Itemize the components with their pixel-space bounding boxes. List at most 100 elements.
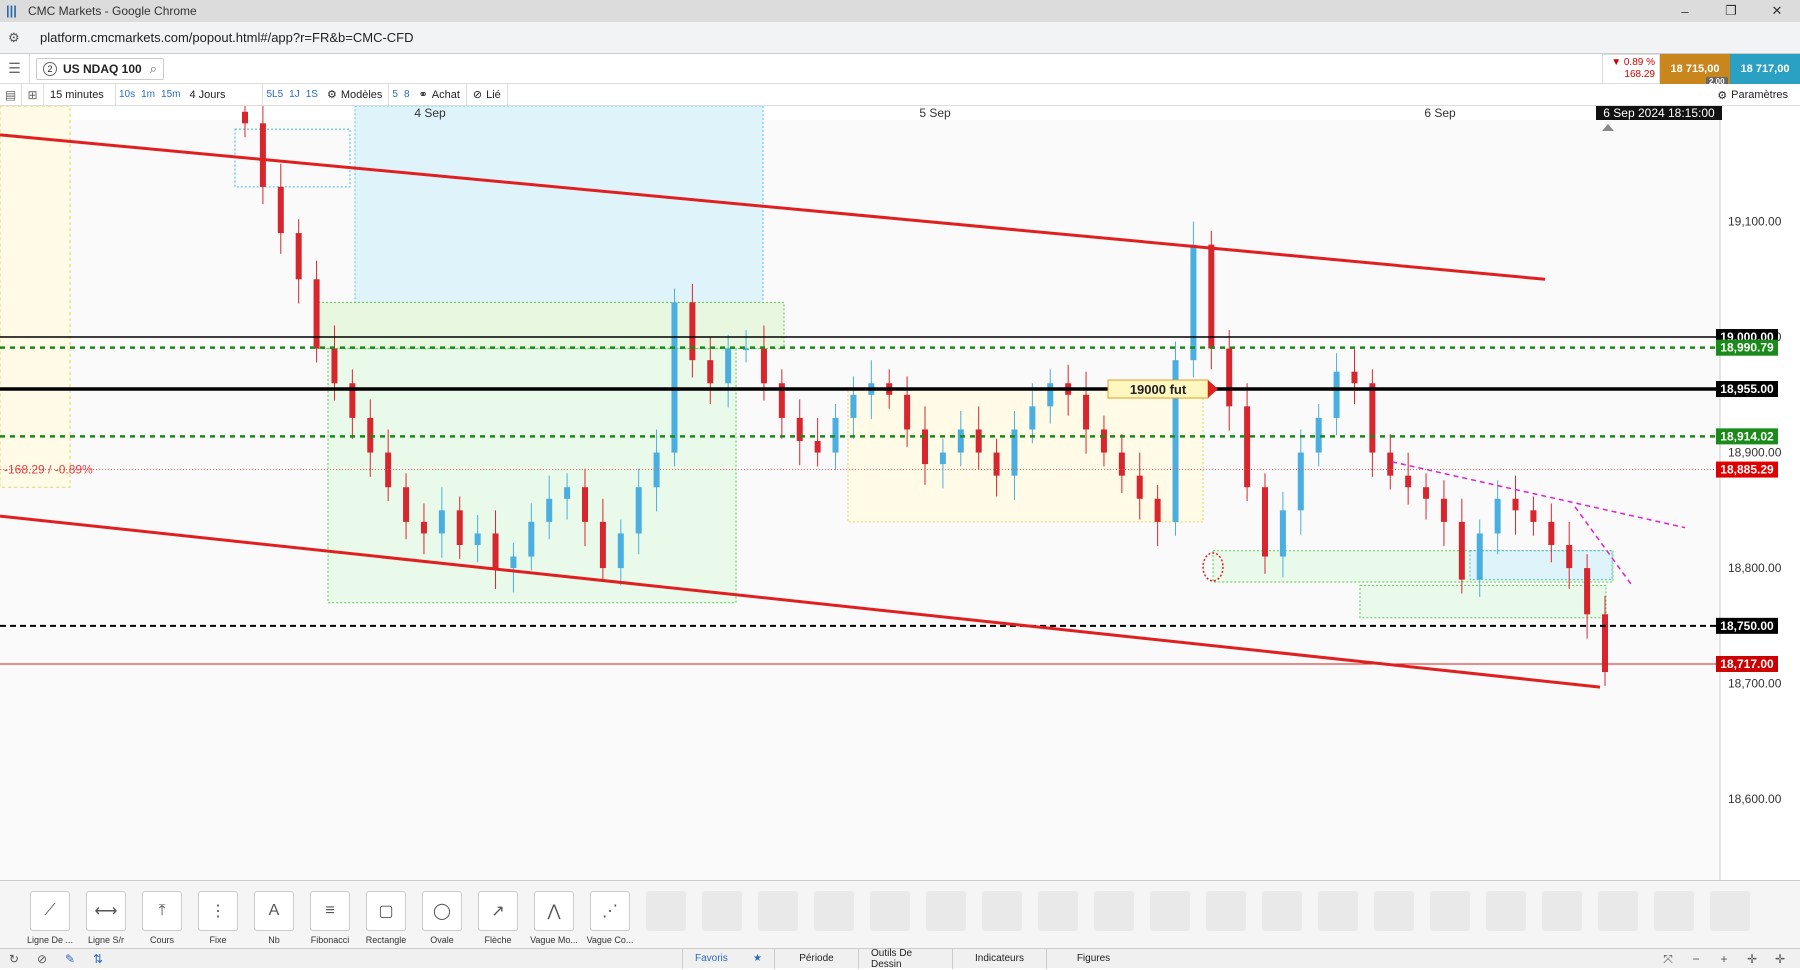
models-button[interactable]: ⚙ Modèles — [321, 83, 390, 106]
change-label: -168.29 / -0.89% — [4, 463, 93, 477]
chart-canvas[interactable]: 19,100.0019,000.0018,900.0018,800.0018,7… — [0, 106, 1800, 880]
range-select[interactable]: 4 Jours — [183, 83, 264, 106]
empty-tool-slot[interactable] — [1094, 891, 1134, 931]
fibonacci-icon: ≡ — [310, 891, 350, 931]
empty-tool-slot[interactable] — [814, 891, 854, 931]
empty-tool-slot[interactable] — [702, 891, 742, 931]
instrument-selector[interactable]: 2 US NDAQ 100 ⌕ — [36, 57, 164, 80]
link-icon: ⊘ — [472, 89, 483, 101]
tool-wave2[interactable]: ⋰ Vague Co... — [582, 881, 638, 949]
achat-button[interactable]: ⚭ Achat — [413, 83, 467, 106]
refresh-icon[interactable]: ↻ — [0, 952, 28, 966]
range-1j[interactable]: 1J — [286, 84, 303, 106]
interval-10s[interactable]: 10s — [116, 84, 138, 106]
url-text[interactable]: platform.cmcmarkets.com/popout.html#/app… — [40, 30, 414, 45]
candle-body — [707, 360, 714, 384]
buy-button[interactable]: 18 717,00 2.00 — [1706, 54, 1800, 86]
empty-tool-slot[interactable] — [926, 891, 966, 931]
site-settings-icon[interactable]: ⚙ — [8, 30, 30, 46]
empty-tool-slot[interactable] — [1262, 891, 1302, 931]
fit-icon[interactable]: ⤧ — [1654, 949, 1682, 969]
candle-body — [295, 233, 302, 280]
candle-body — [474, 533, 481, 545]
settings-label: Paramètres — [1731, 89, 1788, 101]
settings-button[interactable]: ⚙ Paramètres — [1717, 84, 1788, 106]
candle-body — [671, 302, 678, 453]
tool-text[interactable]: A Nb — [246, 881, 302, 949]
candle-body — [1083, 394, 1090, 430]
empty-tool-slot[interactable] — [1598, 891, 1638, 931]
zoom-out-icon[interactable]: − — [1682, 949, 1710, 969]
range-1s[interactable]: 1S — [303, 84, 321, 106]
interval-select[interactable]: 15 minutes — [44, 83, 116, 106]
empty-tool-slot[interactable] — [1542, 891, 1582, 931]
tool-rectangle[interactable]: ▢ Rectangle — [358, 881, 414, 949]
tool-fibonacci[interactable]: ≡ Fibonacci — [302, 881, 358, 949]
drawing-tools-bar: ⟋ Ligne De ... ⟷ Ligne S/r ⤒ Cours ⋮ Fixe A Nb ≡ Fi… — [0, 880, 1800, 948]
candle-body — [259, 123, 266, 187]
cursor-icon[interactable]: ✛ — [1766, 949, 1794, 969]
zoom-in-icon[interactable]: + — [1710, 949, 1738, 969]
empty-tool-slot[interactable] — [758, 891, 798, 931]
num-5[interactable]: 5 — [389, 84, 401, 106]
window-controls: – ❐ ✕ — [1662, 0, 1800, 22]
num-8[interactable]: 8 — [401, 84, 413, 106]
search-icon[interactable]: ⌕ — [150, 61, 157, 77]
tab-outils[interactable]: Outils De Dessin — [858, 948, 952, 970]
minimize-button[interactable]: – — [1662, 0, 1708, 22]
empty-tool-slot[interactable] — [1486, 891, 1526, 931]
empty-tool-slot[interactable] — [1430, 891, 1470, 931]
tool-fixed-line[interactable]: ⋮ Fixe — [190, 881, 246, 949]
tool-arrow[interactable]: ↗ Flèche — [470, 881, 526, 949]
candle-body — [760, 348, 767, 384]
link-button[interactable]: ⊘ Lié — [467, 83, 508, 106]
tool-sr-line[interactable]: ⟷ Ligne S/r — [78, 881, 134, 949]
instrument-badge: 2 — [43, 61, 57, 76]
layout-icon[interactable]: ▤ — [0, 83, 22, 106]
tool-oval[interactable]: ◯ Ovale — [414, 881, 470, 949]
candle-body — [1548, 521, 1555, 545]
empty-tool-slot[interactable] — [870, 891, 910, 931]
empty-tool-slot[interactable] — [982, 891, 1022, 931]
candle-body — [1190, 244, 1197, 361]
tab-periode[interactable]: Période — [774, 948, 858, 969]
tab-indicateurs[interactable]: Indicateurs — [952, 948, 1046, 969]
tab-figures[interactable]: Figures — [1046, 948, 1140, 969]
empty-tool-slot[interactable] — [1038, 891, 1078, 931]
tool-label: Fixe — [209, 935, 227, 945]
tool-label: Flèche — [484, 935, 512, 945]
zone-blue-right — [1469, 550, 1613, 581]
tab-favoris[interactable]: Favoris ★ — [682, 948, 774, 969]
candle-body — [993, 452, 1000, 476]
candle-body — [1440, 498, 1447, 522]
move-icon[interactable]: ⇅ — [84, 952, 112, 966]
hamburger-menu-icon[interactable]: ☰ — [0, 53, 30, 84]
pen-icon[interactable]: ✎ — [56, 952, 84, 966]
empty-tool-slot[interactable] — [1710, 891, 1750, 931]
clear-icon[interactable]: ⊘ — [28, 952, 56, 966]
price-chart[interactable]: 19,100.0019,000.0018,900.0018,800.0018,7… — [0, 106, 1800, 880]
instrument-name: US NDAQ 100 — [63, 61, 142, 76]
empty-tool-slot[interactable] — [1374, 891, 1414, 931]
candle-body — [1423, 487, 1430, 499]
interval-1m[interactable]: 1m — [138, 84, 158, 106]
text-icon: A — [254, 891, 294, 931]
zone-green-right2 — [1359, 584, 1607, 619]
close-button[interactable]: ✕ — [1754, 0, 1800, 22]
empty-tool-slot[interactable] — [1318, 891, 1358, 931]
link-label: Lié — [486, 88, 501, 101]
empty-tool-slot[interactable] — [1206, 891, 1246, 931]
maximize-button[interactable]: ❐ — [1708, 0, 1754, 22]
empty-tool-slot[interactable] — [1654, 891, 1694, 931]
empty-tool-slot[interactable] — [1150, 891, 1190, 931]
range-5l5[interactable]: 5L5 — [263, 84, 286, 106]
tool-wave[interactable]: ⋀ Vague Mo... — [526, 881, 582, 949]
empty-tool-slot[interactable] — [646, 891, 686, 931]
interval-15m[interactable]: 15m — [158, 84, 183, 106]
grid-icon[interactable]: ⊞ — [22, 83, 44, 106]
arrow-icon: ↗ — [478, 891, 518, 931]
tool-price-line[interactable]: ⤒ Cours — [134, 881, 190, 949]
change-percent: ▼ 0.89 % — [1611, 57, 1655, 68]
crosshair-icon[interactable]: ✛ — [1738, 949, 1766, 969]
tool-trendline[interactable]: ⟋ Ligne De ... — [22, 881, 78, 949]
